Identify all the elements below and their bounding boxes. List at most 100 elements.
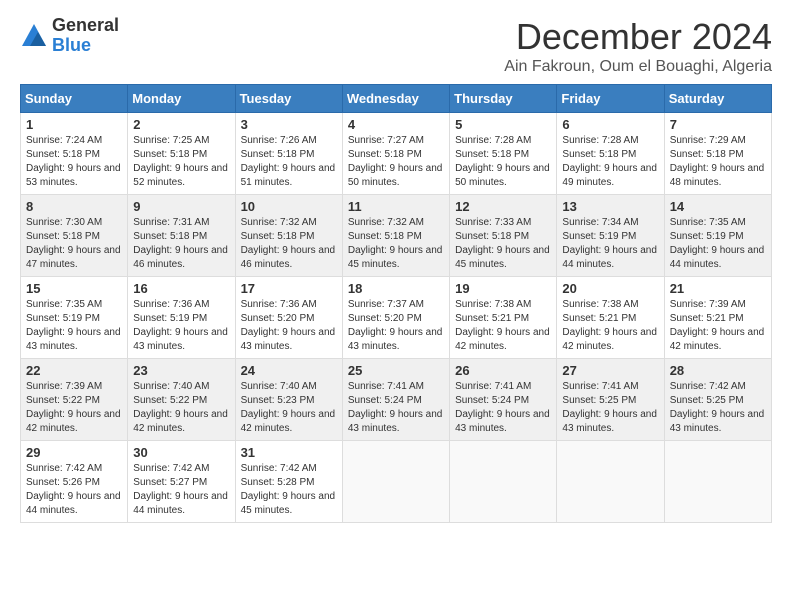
day-cell: 9Sunrise: 7:31 AMSunset: 5:18 PMDaylight…	[128, 195, 235, 277]
day-cell: 29 Sunrise: 7:42 AMSunset: 5:26 PMDayligh…	[21, 441, 128, 523]
day-cell: 24 Sunrise: 7:40 AMSunset: 5:23 PMDayligh…	[235, 359, 342, 441]
day-cell: 26Sunrise: 7:41 AMSunset: 5:24 PMDayligh…	[450, 359, 557, 441]
week-row-2: 8 Sunrise: 7:30 AMSunset: 5:18 PMDaylight…	[21, 195, 772, 277]
day-number: 16	[133, 281, 229, 296]
day-number: 20	[562, 281, 658, 296]
cell-text: Sunrise: 7:36 AMSunset: 5:19 PMDaylight:…	[133, 298, 229, 354]
logo: General Blue	[20, 16, 119, 56]
day-number: 3	[241, 117, 337, 132]
day-number: 31	[241, 445, 337, 460]
day-number: 21	[670, 281, 766, 296]
cell-text: Sunrise: 7:32 AMSunset: 5:18 PMDaylight:…	[348, 216, 444, 272]
day-cell: 7 Sunrise: 7:29 AMSunset: 5:18 PMDaylight…	[664, 113, 771, 195]
cell-text: Sunrise: 7:39 AMSunset: 5:22 PMDaylight:…	[26, 380, 122, 436]
cell-text: Sunrise: 7:37 AMSunset: 5:20 PMDaylight:…	[348, 298, 444, 354]
cell-text: Sunrise: 7:42 AMSunset: 5:28 PMDaylight:…	[241, 462, 337, 518]
cell-text: Sunrise: 7:27 AMSunset: 5:18 PMDaylight:…	[348, 134, 444, 190]
cell-text: Sunrise: 7:25 AMSunset: 5:18 PMDaylight:…	[133, 134, 229, 190]
day-cell: 22 Sunrise: 7:39 AMSunset: 5:22 PMDayligh…	[21, 359, 128, 441]
calendar-table: SundayMondayTuesdayWednesdayThursdayFrid…	[20, 84, 772, 523]
cell-text: Sunrise: 7:41 AMSunset: 5:25 PMDaylight:…	[562, 380, 658, 436]
day-number: 13	[562, 199, 658, 214]
week-row-5: 29 Sunrise: 7:42 AMSunset: 5:26 PMDayligh…	[21, 441, 772, 523]
cell-text: Sunrise: 7:35 AMSunset: 5:19 PMDaylight:…	[670, 216, 766, 272]
cell-text: Sunrise: 7:38 AMSunset: 5:21 PMDaylight:…	[562, 298, 658, 354]
cell-text: Sunrise: 7:28 AMSunset: 5:18 PMDaylight:…	[455, 134, 551, 190]
header-cell-wednesday: Wednesday	[342, 85, 449, 113]
cell-text: Sunrise: 7:36 AMSunset: 5:20 PMDaylight:…	[241, 298, 337, 354]
day-cell: 1Sunrise: 7:24 AMSunset: 5:18 PMDaylight…	[21, 113, 128, 195]
week-row-3: 15Sunrise: 7:35 AMSunset: 5:19 PMDayligh…	[21, 277, 772, 359]
day-number: 15	[26, 281, 122, 296]
day-cell: 19Sunrise: 7:38 AMSunset: 5:21 PMDayligh…	[450, 277, 557, 359]
logo-general: General	[52, 16, 119, 36]
day-number: 17	[241, 281, 337, 296]
day-cell	[342, 441, 449, 523]
day-number: 14	[670, 199, 766, 214]
day-number: 27	[562, 363, 658, 378]
day-number: 22	[26, 363, 122, 378]
day-number: 9	[133, 199, 229, 214]
header-cell-monday: Monday	[128, 85, 235, 113]
header-cell-sunday: Sunday	[21, 85, 128, 113]
day-cell: 17 Sunrise: 7:36 AMSunset: 5:20 PMDayligh…	[235, 277, 342, 359]
cell-text: Sunrise: 7:29 AMSunset: 5:18 PMDaylight:…	[670, 134, 766, 190]
day-cell: 18Sunrise: 7:37 AMSunset: 5:20 PMDayligh…	[342, 277, 449, 359]
cell-text: Sunrise: 7:42 AMSunset: 5:25 PMDaylight:…	[670, 380, 766, 436]
logo-blue: Blue	[52, 36, 119, 56]
day-number: 8	[26, 199, 122, 214]
day-cell: 3 Sunrise: 7:26 AMSunset: 5:18 PMDaylight…	[235, 113, 342, 195]
logo-icon	[20, 22, 48, 50]
cell-text: Sunrise: 7:26 AMSunset: 5:18 PMDaylight:…	[241, 134, 337, 190]
week-row-1: 1Sunrise: 7:24 AMSunset: 5:18 PMDaylight…	[21, 113, 772, 195]
cell-text: Sunrise: 7:33 AMSunset: 5:18 PMDaylight:…	[455, 216, 551, 272]
day-number: 5	[455, 117, 551, 132]
day-cell: 5 Sunrise: 7:28 AMSunset: 5:18 PMDaylight…	[450, 113, 557, 195]
day-cell	[664, 441, 771, 523]
cell-text: Sunrise: 7:42 AMSunset: 5:27 PMDaylight:…	[133, 462, 229, 518]
cell-text: Sunrise: 7:42 AMSunset: 5:26 PMDaylight:…	[26, 462, 122, 518]
day-cell: 15Sunrise: 7:35 AMSunset: 5:19 PMDayligh…	[21, 277, 128, 359]
cell-text: Sunrise: 7:32 AMSunset: 5:18 PMDaylight:…	[241, 216, 337, 272]
day-cell: 16 Sunrise: 7:36 AMSunset: 5:19 PMDayligh…	[128, 277, 235, 359]
day-cell: 6 Sunrise: 7:28 AMSunset: 5:18 PMDaylight…	[557, 113, 664, 195]
day-cell: 13 Sunrise: 7:34 AMSunset: 5:19 PMDayligh…	[557, 195, 664, 277]
day-cell: 4 Sunrise: 7:27 AMSunset: 5:18 PMDaylight…	[342, 113, 449, 195]
header-cell-friday: Friday	[557, 85, 664, 113]
day-cell: 14 Sunrise: 7:35 AMSunset: 5:19 PMDayligh…	[664, 195, 771, 277]
day-number: 6	[562, 117, 658, 132]
day-cell: 11Sunrise: 7:32 AMSunset: 5:18 PMDayligh…	[342, 195, 449, 277]
day-number: 12	[455, 199, 551, 214]
logo-text: General Blue	[52, 16, 119, 56]
day-number: 10	[241, 199, 337, 214]
cell-text: Sunrise: 7:39 AMSunset: 5:21 PMDaylight:…	[670, 298, 766, 354]
location-title: Ain Fakroun, Oum el Bouaghi, Algeria	[504, 58, 772, 76]
day-cell: 2 Sunrise: 7:25 AMSunset: 5:18 PMDaylight…	[128, 113, 235, 195]
cell-text: Sunrise: 7:30 AMSunset: 5:18 PMDaylight:…	[26, 216, 122, 272]
day-number: 24	[241, 363, 337, 378]
cell-text: Sunrise: 7:34 AMSunset: 5:19 PMDaylight:…	[562, 216, 658, 272]
day-cell	[450, 441, 557, 523]
cell-text: Sunrise: 7:38 AMSunset: 5:21 PMDaylight:…	[455, 298, 551, 354]
cell-text: Sunrise: 7:41 AMSunset: 5:24 PMDaylight:…	[455, 380, 551, 436]
day-number: 2	[133, 117, 229, 132]
day-number: 28	[670, 363, 766, 378]
day-number: 23	[133, 363, 229, 378]
day-number: 25	[348, 363, 444, 378]
day-cell: 28 Sunrise: 7:42 AMSunset: 5:25 PMDayligh…	[664, 359, 771, 441]
cell-text: Sunrise: 7:41 AMSunset: 5:24 PMDaylight:…	[348, 380, 444, 436]
day-number: 30	[133, 445, 229, 460]
day-cell: 12 Sunrise: 7:33 AMSunset: 5:18 PMDayligh…	[450, 195, 557, 277]
day-cell: 10 Sunrise: 7:32 AMSunset: 5:18 PMDayligh…	[235, 195, 342, 277]
day-cell	[557, 441, 664, 523]
cell-text: Sunrise: 7:28 AMSunset: 5:18 PMDaylight:…	[562, 134, 658, 190]
day-cell: 25 Sunrise: 7:41 AMSunset: 5:24 PMDayligh…	[342, 359, 449, 441]
day-cell: 20 Sunrise: 7:38 AMSunset: 5:21 PMDayligh…	[557, 277, 664, 359]
day-number: 4	[348, 117, 444, 132]
cell-text: Sunrise: 7:40 AMSunset: 5:23 PMDaylight:…	[241, 380, 337, 436]
day-number: 1	[26, 117, 122, 132]
day-cell: 23Sunrise: 7:40 AMSunset: 5:22 PMDayligh…	[128, 359, 235, 441]
day-number: 7	[670, 117, 766, 132]
header-row: SundayMondayTuesdayWednesdayThursdayFrid…	[21, 85, 772, 113]
day-number: 29	[26, 445, 122, 460]
